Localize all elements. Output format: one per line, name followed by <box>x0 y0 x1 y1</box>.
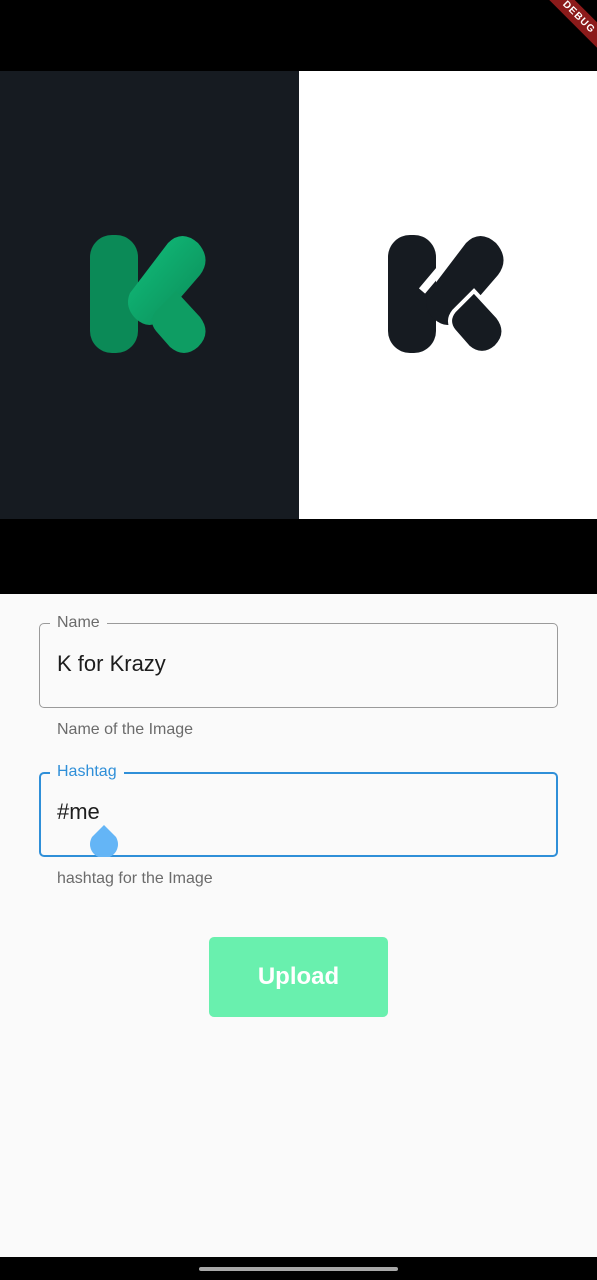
system-nav-bar <box>0 1257 597 1280</box>
preview-letterbox <box>0 519 597 594</box>
debug-banner: DEBUG <box>530 0 597 66</box>
preview-panel-light <box>299 71 597 519</box>
status-bar: DEBUG <box>0 0 597 71</box>
hashtag-field-label: Hashtag <box>50 763 124 781</box>
hashtag-field-helper: hashtag for the Image <box>57 870 213 887</box>
name-field-label: Name <box>50 614 107 632</box>
hashtag-field-value[interactable]: #me <box>57 798 100 826</box>
hashtag-field[interactable]: Hashtag #me <box>39 763 558 857</box>
name-field-helper: Name of the Image <box>57 721 194 738</box>
k-logo-green-icon <box>89 235 206 353</box>
name-field-value[interactable]: K for Krazy <box>57 650 166 678</box>
debug-banner-label: DEBUG <box>560 0 597 36</box>
home-indicator[interactable] <box>199 1267 398 1271</box>
upload-form: Name K for Krazy Name of the Image Hasht… <box>0 594 597 1257</box>
k-logo-black-icon <box>388 235 508 355</box>
preview-panel-dark <box>0 71 299 519</box>
text-cursor-handle-icon[interactable] <box>88 825 120 857</box>
image-preview <box>0 71 597 519</box>
name-field[interactable]: Name K for Krazy <box>39 614 558 708</box>
upload-button[interactable]: Upload <box>209 937 388 1017</box>
